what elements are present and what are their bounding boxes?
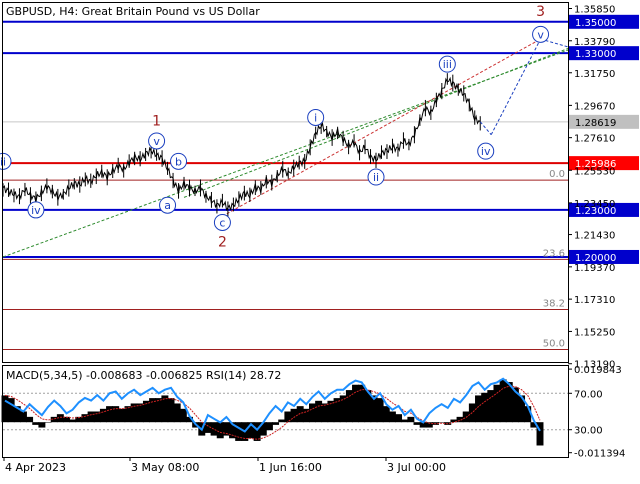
macd-bar	[499, 379, 507, 423]
macd-bar	[26, 416, 34, 423]
time-tick-label: 3 May 08:00	[131, 461, 199, 474]
macd-bar	[481, 392, 489, 423]
fib-label: 38.2	[543, 298, 565, 309]
macd-bar	[253, 422, 261, 441]
macd-bar	[118, 408, 126, 423]
macd-bar	[407, 416, 415, 423]
time-tick-label: 4 Apr 2023	[5, 461, 66, 474]
macd-bar	[315, 400, 323, 423]
price-tick-label: 1.25530	[574, 166, 615, 177]
macd-bar	[487, 390, 495, 423]
macd-bar	[179, 408, 187, 423]
macd-bar	[173, 403, 181, 423]
macd-bar	[438, 422, 446, 423]
wave-major-label: 3	[536, 4, 545, 20]
macd-bar	[216, 422, 224, 439]
oscillator-tick-label: 70.00	[574, 389, 603, 400]
wave-label: iii	[443, 58, 452, 71]
macd-bar	[167, 398, 175, 423]
time-tick-label: 1 Jun 16:00	[259, 461, 322, 474]
fib-label: 23.6	[543, 248, 565, 259]
macd-bar	[265, 422, 273, 431]
wave-label: a	[164, 199, 171, 212]
macd-bar	[395, 414, 403, 423]
wave-label: c	[219, 216, 225, 229]
wave-label: ii	[0, 155, 6, 168]
oscillator-tick-label: 0.019843	[574, 365, 622, 376]
fib-label: 0.0	[549, 169, 565, 180]
macd-bar	[413, 422, 421, 425]
level-label: 1.35000	[575, 18, 616, 29]
macd-bar	[87, 411, 95, 423]
price-tick-label: 1.35850	[574, 4, 615, 15]
macd-bar	[382, 406, 390, 423]
wave-label: i	[314, 111, 317, 124]
macd-bar	[69, 419, 77, 423]
price-tick-label: 1.29670	[574, 101, 615, 112]
macd-bar	[38, 422, 46, 428]
macd-bar	[155, 398, 163, 423]
macd-bar	[401, 419, 409, 423]
oscillator-tick-label: -0.011394	[574, 449, 625, 460]
wave-label: iv	[31, 204, 41, 217]
price-tick-label: 1.19370	[574, 263, 615, 274]
macd-bar	[352, 384, 359, 423]
wave-major-label: 2	[218, 234, 227, 250]
macd-bar	[358, 384, 366, 423]
chart-canvas: 1.350001.330001.259861.230001.200001.286…	[0, 0, 640, 480]
macd-bar	[493, 384, 501, 423]
macd-bar	[112, 406, 120, 423]
wave-label: v	[153, 135, 160, 148]
fib-label: 50.0	[543, 338, 565, 349]
price-tick-label: 1.31750	[574, 69, 615, 80]
macd-bar	[321, 403, 329, 423]
macd-bar	[136, 403, 144, 423]
macd-bar	[339, 395, 347, 423]
oscillator-title: MACD(5,34,5) -0.008683 -0.006825 RSI(14)…	[6, 369, 281, 382]
macd-bar	[19, 411, 27, 423]
macd-bar	[308, 403, 316, 423]
oscillator-tick-label: 30.00	[574, 426, 603, 437]
macd-bar	[388, 411, 396, 423]
level-label: 1.33000	[575, 49, 616, 60]
macd-bar	[210, 422, 218, 436]
wave-major-label: 1	[152, 114, 161, 130]
wave-label: v	[537, 28, 544, 41]
wave-label: b	[175, 155, 182, 168]
price-tick-label: 1.23450	[574, 199, 615, 210]
macd-bar	[278, 419, 286, 423]
macd-bar	[272, 422, 280, 425]
time-tick-label: 3 Jul 00:00	[387, 461, 446, 474]
level-label: 1.28619	[575, 118, 616, 129]
price-tick-label: 1.15250	[574, 327, 615, 338]
wave-label: iv	[481, 145, 491, 158]
price-tick-label: 1.27610	[574, 134, 615, 145]
macd-bar	[376, 398, 384, 423]
chart-root: 1.35000 1.33000 1.25986 1.23000 1.20000 1.286…	[0, 0, 640, 480]
price-tick-label: 1.21430	[574, 231, 615, 242]
macd-bar	[44, 422, 52, 423]
chart-title: GBPUSD, H4: Great Britain Pound vs US Do…	[6, 5, 260, 18]
macd-bar	[296, 406, 304, 423]
price-tick-label: 1.33790	[574, 37, 615, 48]
price-tick-label: 1.17310	[574, 295, 615, 306]
wave-label: ii	[373, 171, 379, 184]
macd-bar	[161, 395, 169, 423]
macd-bar	[106, 406, 114, 423]
macd-bar	[32, 422, 40, 425]
